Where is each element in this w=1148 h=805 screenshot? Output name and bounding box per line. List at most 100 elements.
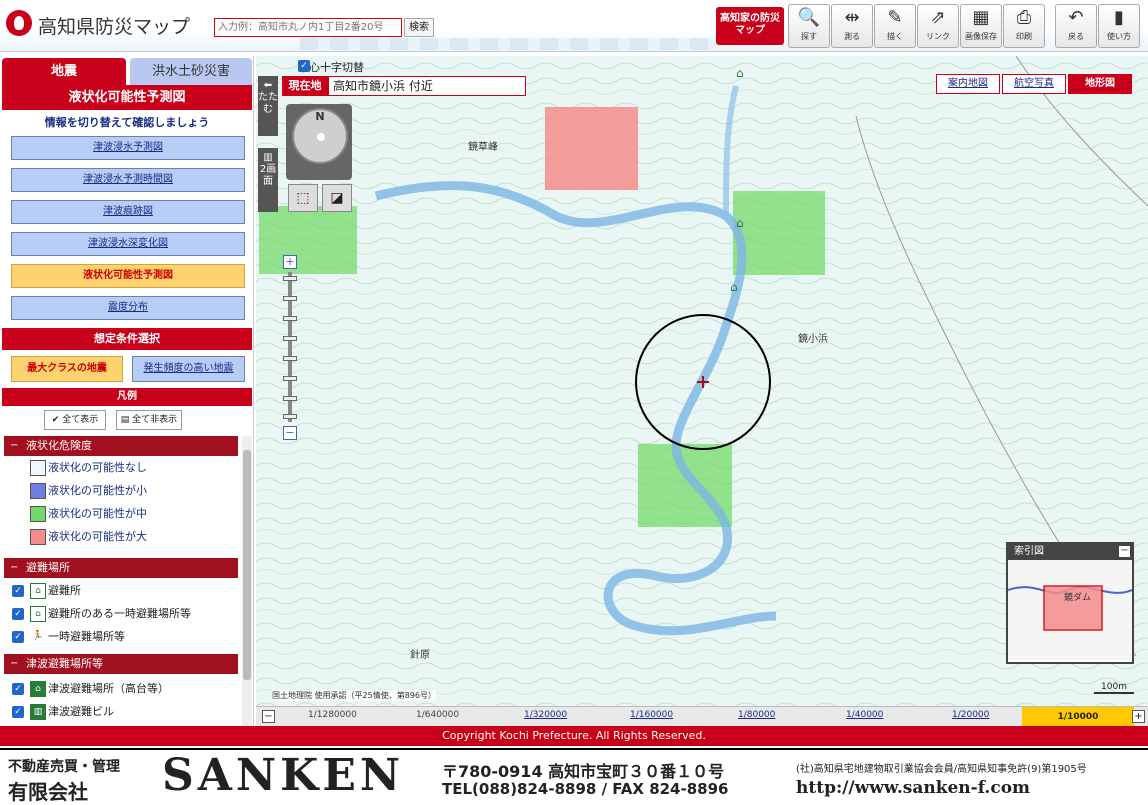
scale-option[interactable]: 1/1280000 xyxy=(308,710,357,720)
maptype-terrain-button[interactable]: 地形図 xyxy=(1068,74,1132,94)
zoom-out-button[interactable]: − xyxy=(283,426,297,440)
maptype-guide-button[interactable]: 案内地図 xyxy=(936,74,1000,94)
compass-north-label: N xyxy=(315,110,325,123)
swatch-none xyxy=(30,460,46,476)
image-save-button[interactable]: ▦ 画像保存 xyxy=(960,4,1002,48)
current-location-value: 高知市鏡小浜 付近 xyxy=(328,76,526,96)
shelter-icon[interactable]: ⌂ xyxy=(736,216,744,230)
magnifier-icon: 🔍 xyxy=(797,7,821,28)
draw-tool-button[interactable]: ✎ 描く xyxy=(874,4,916,48)
checkbox-icon[interactable]: ✓ xyxy=(12,706,24,718)
zoom-tick[interactable] xyxy=(283,296,297,301)
scale-option-active[interactable]: 1/10000 xyxy=(1022,707,1134,727)
zoom-tick[interactable] xyxy=(283,376,297,381)
zoom-tick[interactable] xyxy=(283,336,297,341)
back-button[interactable]: ↶ 戻る xyxy=(1055,4,1097,48)
legend-group-tsunami[interactable]: 津波避難場所等 xyxy=(4,654,238,674)
legend-item[interactable]: ✓ ▥ 津波避難ビル xyxy=(12,702,114,722)
menu-tsunami-arrival-time[interactable]: 津波浸水予測時間図 xyxy=(11,168,245,192)
hide-all-button[interactable]: ▤ 全て非表示 xyxy=(116,410,182,430)
zoom-box-icon[interactable]: ⬚ xyxy=(288,184,318,212)
show-all-button[interactable]: ✔ 全て表示 xyxy=(44,410,106,430)
zoom-tick[interactable] xyxy=(283,356,297,361)
place-label: 針原 xyxy=(410,650,430,661)
fold-panel-tab[interactable]: ⬅ たたむ xyxy=(258,76,278,136)
sidebar-title: 液状化可能性予測図 xyxy=(2,85,252,110)
book-icon: ▥ xyxy=(263,152,273,163)
tab-flood-landslide[interactable]: 洪水土砂災害 xyxy=(130,58,252,85)
menu-tsunami-depth-change[interactable]: 津波浸水深変化図 xyxy=(11,232,245,256)
zoom-box-out-icon[interactable]: ◪ xyxy=(322,184,352,212)
pan-center-icon[interactable] xyxy=(317,133,325,141)
legend-title: 凡例 xyxy=(2,388,252,406)
zoom-tick[interactable] xyxy=(283,316,297,321)
legend-item[interactable]: ✓ ⌂ 津波避難場所（高台等） xyxy=(12,679,169,699)
scale-plus-button[interactable]: + xyxy=(1132,710,1145,723)
legend-scrollbar-thumb[interactable] xyxy=(243,450,251,680)
place-label: 鏡小浜 xyxy=(798,334,828,345)
tab-earthquake[interactable]: 地震 xyxy=(2,58,126,85)
help-button[interactable]: ▮ 使い方 xyxy=(1098,4,1140,48)
collapse-icon[interactable]: − xyxy=(1119,546,1130,557)
zoom-tick[interactable] xyxy=(283,396,297,401)
zoom-tick[interactable] xyxy=(283,276,297,281)
footer-license: (社)高知県宅地建物取引業協会会員/高知県知事免許(9)第1905号 xyxy=(796,764,1087,775)
footer-url[interactable]: http://www.sanken-f.com xyxy=(796,778,1030,798)
swatch-high xyxy=(30,529,46,545)
index-map-view[interactable] xyxy=(1008,560,1132,660)
zoom-tick[interactable] xyxy=(283,414,297,419)
index-map[interactable]: 索引図 − 鏡ダム xyxy=(1006,542,1134,664)
menu-tsunami-trace[interactable]: 津波痕跡図 xyxy=(11,200,245,224)
checkbox-icon[interactable]: ✓ xyxy=(12,608,24,620)
scale-option[interactable]: 1/320000 xyxy=(524,710,567,720)
condition-max-class-button[interactable]: 最大クラスの地震 xyxy=(11,356,123,382)
mymap-button[interactable]: 高知家の防災マップ xyxy=(716,7,784,45)
app-title: 高知県防災マップ xyxy=(38,16,191,38)
shelter-icon[interactable]: ⌂ xyxy=(736,66,744,80)
zone-high xyxy=(545,107,638,190)
temp-evacuation-icon: 🏃 xyxy=(30,629,46,645)
legend-group-liquefaction[interactable]: 液状化危険度 xyxy=(4,436,238,456)
menu-seismic-intensity[interactable]: 震度分布 xyxy=(11,296,245,320)
checkbox-icon[interactable]: ✓ xyxy=(12,683,24,695)
scale-minus-button[interactable]: − xyxy=(262,710,275,723)
legend-item[interactable]: ✓ 🏃 一時避難場所等 xyxy=(12,627,125,647)
image-save-icon: ▦ xyxy=(972,7,990,28)
scale-option[interactable]: 1/640000 xyxy=(416,710,459,720)
checkbox-icon[interactable]: ✓ xyxy=(298,60,310,72)
scale-option[interactable]: 1/160000 xyxy=(630,710,673,720)
search-button[interactable]: 検索 xyxy=(404,18,434,37)
legend-item[interactable]: ✓ ⌂ 避難所のある一時避難場所等 xyxy=(12,604,191,624)
menu-tsunami-inundation[interactable]: 津波浸水予測図 xyxy=(11,136,245,160)
legend-item[interactable]: ✓ ⌂ 避難所 xyxy=(12,581,81,601)
print-button[interactable]: ⎙ 印刷 xyxy=(1003,4,1045,48)
footer-phone: TEL(088)824-8898 / FAX 824-8896 xyxy=(442,780,729,798)
address-search-input[interactable] xyxy=(214,18,402,37)
scale-option[interactable]: 1/40000 xyxy=(846,710,883,720)
checkbox-icon[interactable]: ✓ xyxy=(12,585,24,597)
arrow-left-icon: ⬅ xyxy=(263,80,273,91)
maptype-aerial-button[interactable]: 航空写真 xyxy=(1002,74,1066,94)
legend-item: 液状化の可能性なし xyxy=(30,458,147,478)
split-screen-tab[interactable]: ▥ 2画面 xyxy=(258,148,278,212)
crosshair-toggle[interactable]: ✓ 中心十字切替 xyxy=(282,59,364,75)
search-tool-button[interactable]: 🔍 探す xyxy=(788,4,830,48)
measure-tool-button[interactable]: ⇹ 測る xyxy=(831,4,873,48)
scale-selector: − 1/1280000 1/640000 1/320000 1/160000 1… xyxy=(256,706,1148,727)
prefecture-logo-icon xyxy=(6,10,32,36)
help-icon: ▮ xyxy=(1114,7,1124,28)
link-tool-button[interactable]: ⇗ リンク xyxy=(917,4,959,48)
menu-liquefaction[interactable]: 液状化可能性予測図 xyxy=(11,264,245,288)
copyright: Copyright Kochi Prefecture. All Rights R… xyxy=(0,726,1148,746)
scale-option[interactable]: 1/20000 xyxy=(952,710,989,720)
scale-option[interactable]: 1/80000 xyxy=(738,710,775,720)
zoom-in-button[interactable]: + xyxy=(283,255,297,269)
pan-control[interactable]: N xyxy=(292,108,348,164)
shelter-icon[interactable]: ⌂ xyxy=(730,280,738,294)
checkbox-icon[interactable]: ✓ xyxy=(12,631,24,643)
map-view[interactable]: ✓ 中心十字切替 ⬅ たたむ ▥ 2画面 現在地 高知市鏡小浜 付近 N ⬚ ◪ + … xyxy=(256,56,1148,706)
condition-frequent-button[interactable]: 発生頻度の高い地震 xyxy=(132,356,245,382)
zone-medium xyxy=(259,206,357,274)
legend-group-shelters[interactable]: 避難場所 xyxy=(4,558,238,578)
tsunami-building-icon: ▥ xyxy=(30,704,46,720)
